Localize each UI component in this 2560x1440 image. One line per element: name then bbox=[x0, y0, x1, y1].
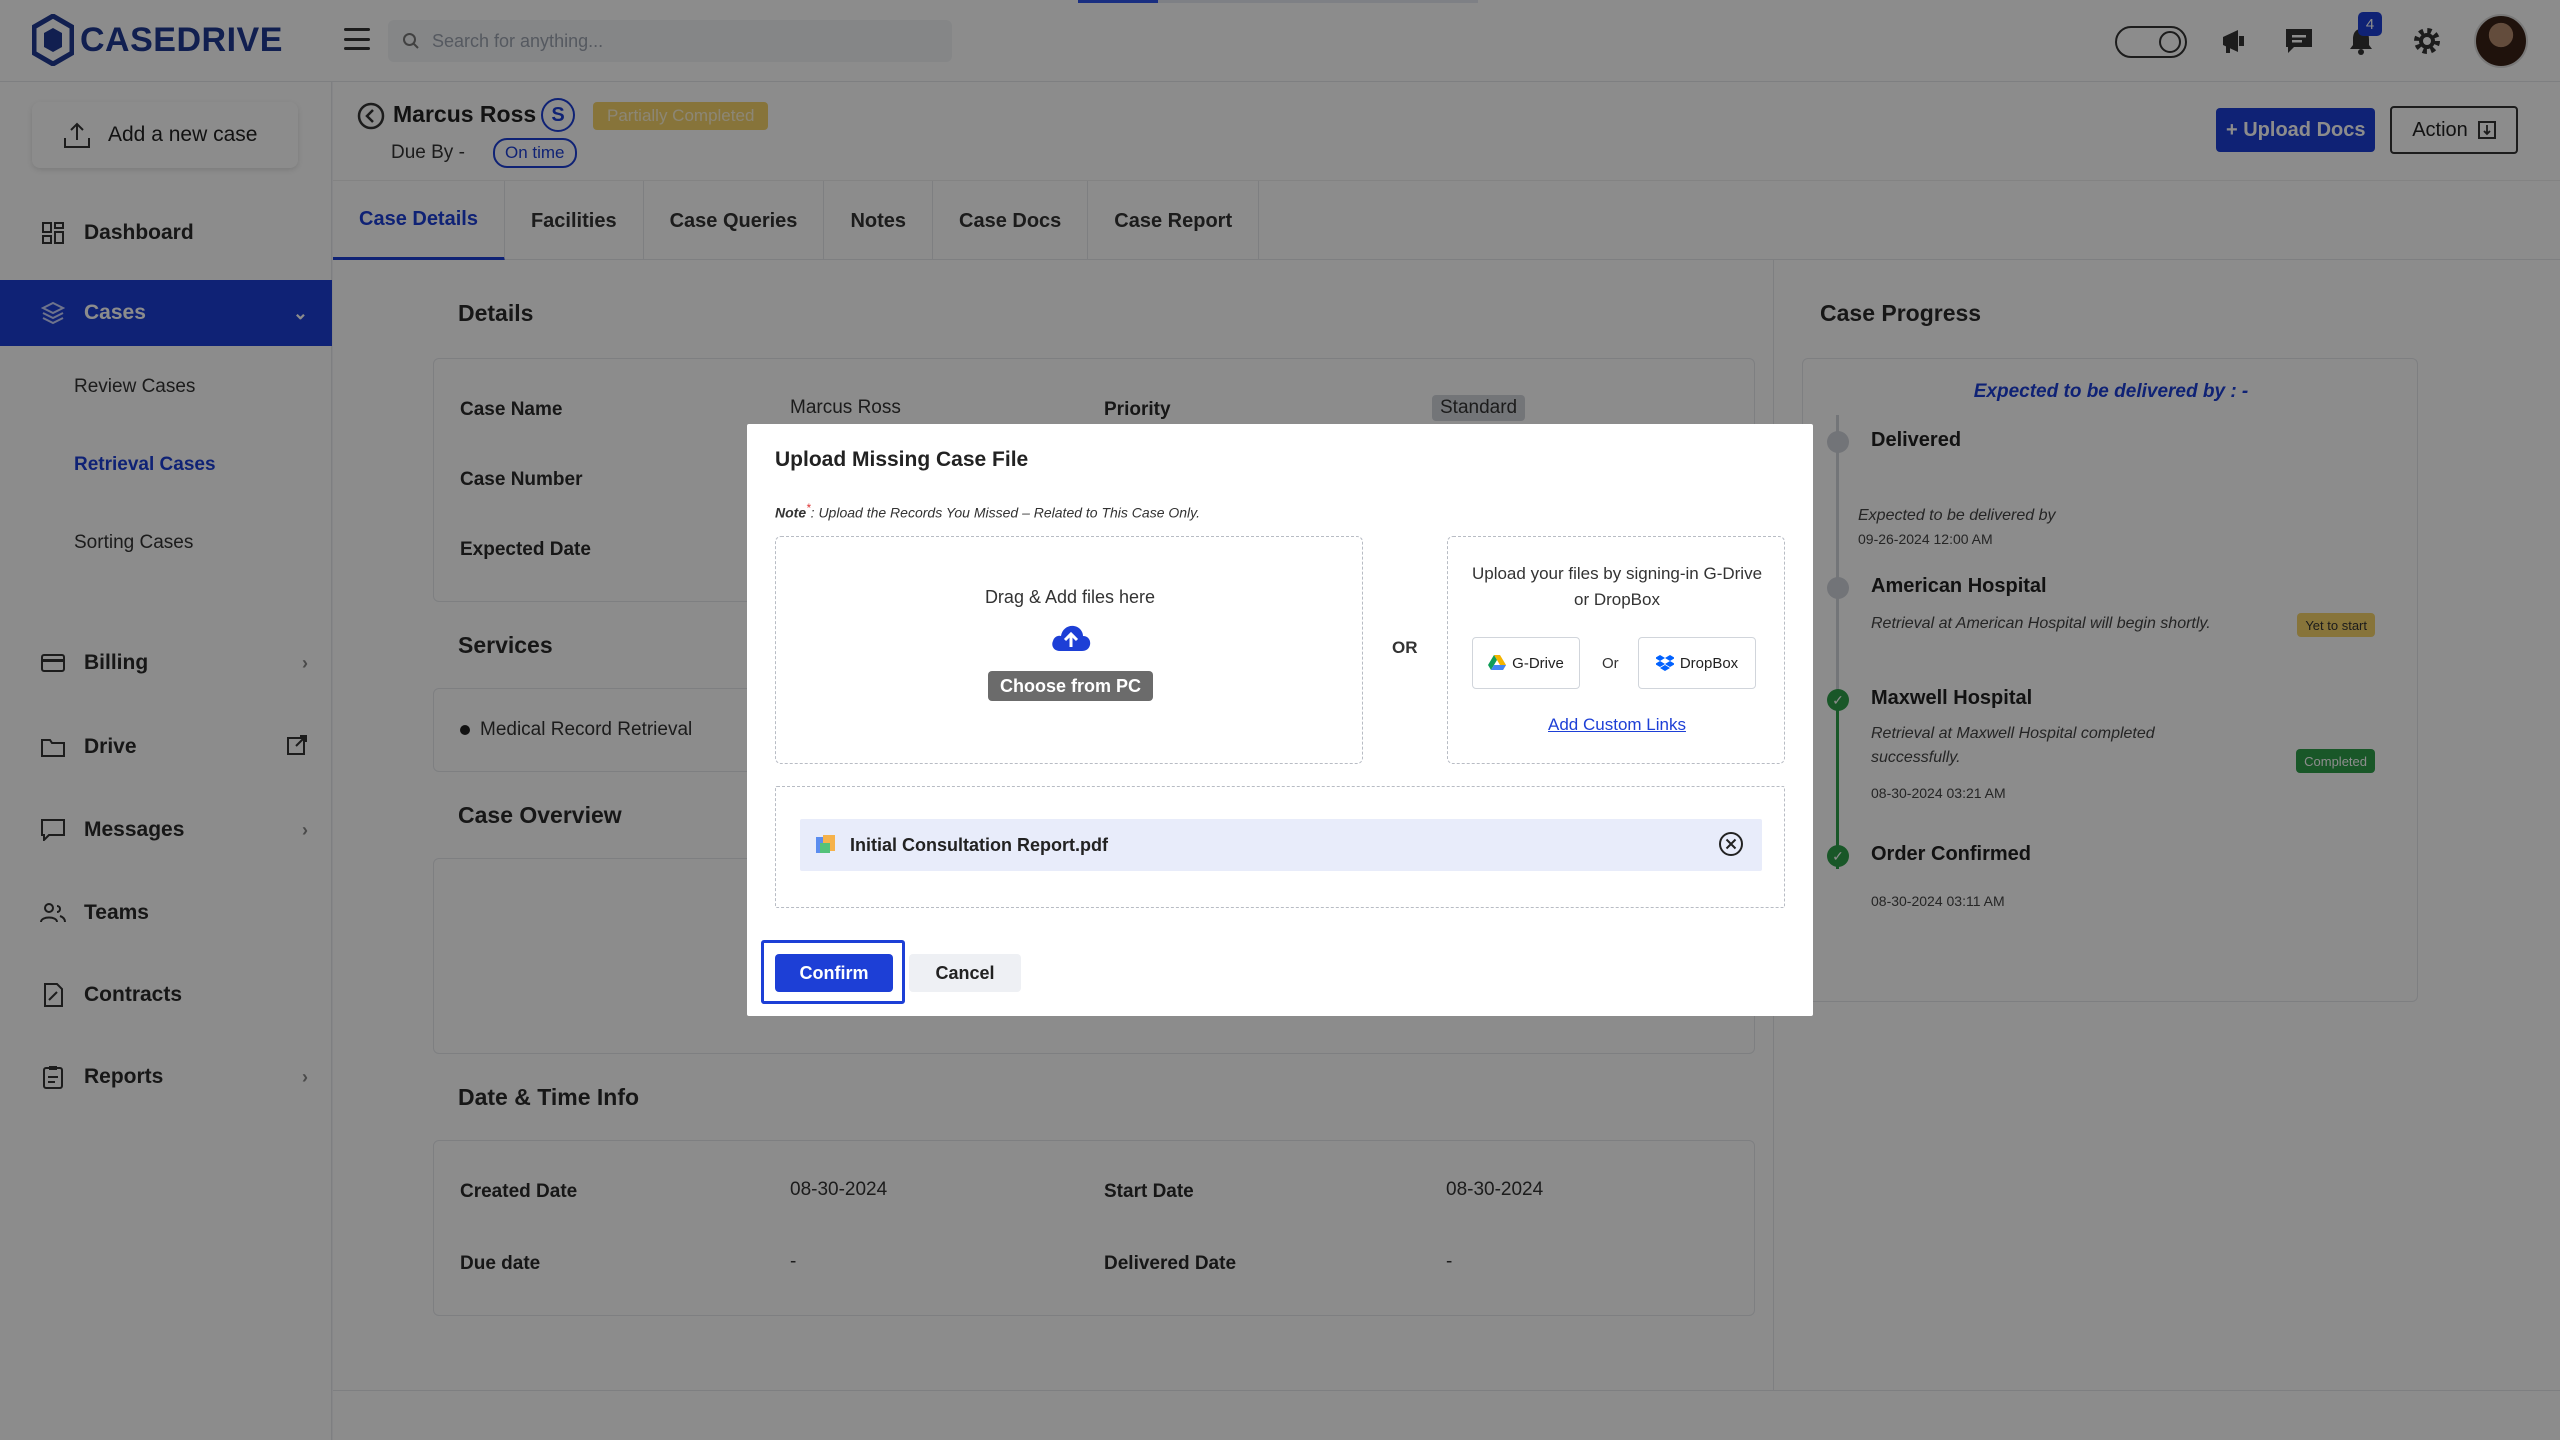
or-divider: OR bbox=[1392, 638, 1418, 657]
file-icon bbox=[816, 835, 835, 853]
gdrive-label: G-Drive bbox=[1512, 654, 1564, 672]
cloud-upload-zone: Upload your files by signing-in G-Drive … bbox=[1447, 536, 1785, 764]
dropzone-text: Drag & Add files here bbox=[984, 587, 1156, 607]
selected-file-item: Initial Consultation Report.pdf bbox=[800, 819, 1762, 871]
gdrive-button[interactable]: G-Drive bbox=[1472, 637, 1580, 689]
dropbox-button[interactable]: DropBox bbox=[1638, 637, 1756, 689]
choose-from-pc-button[interactable]: Choose from PC bbox=[988, 671, 1154, 701]
gdrive-icon bbox=[1488, 655, 1507, 670]
dropbox-label: DropBox bbox=[1679, 654, 1739, 672]
cloud-upload-text: Upload your files by signing-in G-Drive … bbox=[1471, 564, 1763, 609]
note-text: : Upload the Records You Missed – Relate… bbox=[810, 504, 1201, 521]
dropbox-icon bbox=[1655, 655, 1674, 671]
cancel-button[interactable]: Cancel bbox=[909, 954, 1021, 992]
selected-files-zone: Initial Consultation Report.pdf bbox=[775, 786, 1785, 908]
remove-file-icon[interactable] bbox=[1718, 831, 1744, 862]
selected-file-name: Initial Consultation Report.pdf bbox=[850, 834, 1108, 855]
modal-title: Upload Missing Case File bbox=[775, 448, 1029, 471]
service-or-text: Or bbox=[1602, 655, 1619, 672]
upload-missing-file-modal: Upload Missing Case File Note*: Upload t… bbox=[747, 424, 1813, 1016]
cloud-upload-icon bbox=[1050, 621, 1092, 660]
file-dropzone[interactable]: Drag & Add files here Choose from PC bbox=[775, 536, 1363, 764]
modal-note: Note*: Upload the Records You Missed – R… bbox=[775, 502, 1201, 521]
note-label: Note bbox=[775, 504, 807, 521]
confirm-button[interactable]: Confirm bbox=[775, 954, 893, 992]
add-custom-links-link[interactable]: Add Custom Links bbox=[1448, 715, 1786, 735]
